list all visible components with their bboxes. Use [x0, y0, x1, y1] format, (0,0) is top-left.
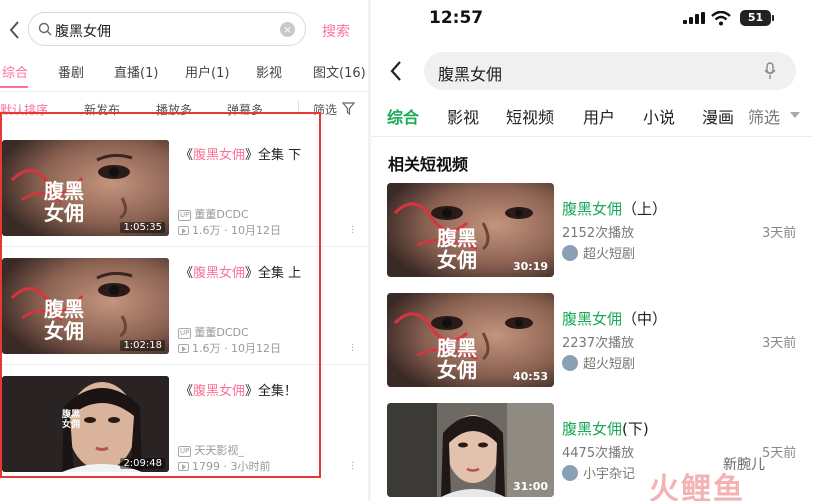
divider [371, 136, 813, 137]
search-icon [38, 22, 52, 36]
dropdown-triangle-icon[interactable] [790, 112, 800, 118]
avatar [562, 465, 578, 481]
search-button[interactable]: 搜索 [322, 21, 350, 41]
battery-icon: 51 [740, 10, 774, 26]
thumbnail-title-text: 腹黑 女佣 [437, 226, 477, 272]
tab-users[interactable]: 用户 [583, 104, 615, 128]
list-item[interactable]: 腹黑 女佣 30:19 腹黑女佣（上） 2152次播放 超火短剧 3天前 [371, 183, 813, 287]
microphone-icon[interactable] [764, 62, 776, 80]
watermark: 新腕儿 火鲤鱼 [641, 450, 811, 501]
left-search-bar-row: 腹黑女佣 × 搜索 [0, 12, 368, 48]
tab-all[interactable]: 综合 [2, 62, 28, 81]
author-row[interactable]: 小宇杂记 [562, 463, 635, 482]
search-query-text: 腹黑女佣 [55, 24, 111, 40]
video-duration: 30:19 [512, 260, 548, 273]
tab-articles[interactable]: 图文(16) [313, 62, 366, 81]
more-icon[interactable]: · · · [351, 223, 354, 239]
tab-comics[interactable]: 漫画 [702, 104, 734, 128]
post-time: 3天前 [762, 336, 797, 351]
back-arrow-icon[interactable] [389, 60, 403, 82]
highlight-annotation-box [0, 112, 321, 478]
video-thumbnail[interactable]: 腹黑 女佣 40:53 [387, 293, 554, 387]
watermark-line2: 火鲤鱼 [649, 472, 745, 501]
tab-short-video[interactable]: 短视频 [506, 104, 554, 128]
search-input[interactable]: 腹黑女佣 [424, 52, 796, 90]
tab-live[interactable]: 直播(1) [114, 62, 158, 81]
video-title[interactable]: 腹黑女佣（上） [562, 198, 667, 219]
active-tab-indicator [0, 86, 28, 88]
play-count: 4475次播放 [562, 446, 635, 461]
author-row[interactable]: 超火短剧 [562, 243, 635, 262]
tab-users[interactable]: 用户(1) [185, 62, 229, 81]
section-title: 相关短视频 [388, 155, 469, 174]
filter-button[interactable]: 筛选 [748, 104, 780, 128]
author-name: 超火短剧 [583, 247, 636, 262]
divider [0, 91, 368, 92]
avatar [562, 355, 578, 371]
play-count: 2152次播放 [562, 226, 635, 241]
play-count: 2237次播放 [562, 336, 635, 351]
right-search-app: 12:57 51 腹黑女佣 综合 影视 短视频 用户 小说 漫画 筛选 相关短视… [371, 0, 813, 501]
cellular-signal-icon [683, 12, 705, 24]
video-thumbnail[interactable]: 腹黑 女佣 30:19 [387, 183, 554, 277]
tab-film[interactable]: 影视 [256, 62, 282, 81]
tab-bangumi[interactable]: 番剧 [58, 62, 84, 81]
video-duration: 31:00 [512, 480, 548, 493]
more-icon[interactable]: · · · [351, 459, 354, 475]
filter-icon[interactable] [342, 102, 355, 115]
tab-all[interactable]: 综合 [387, 104, 419, 128]
tab-novels[interactable]: 小说 [643, 104, 675, 128]
search-query-text: 腹黑女佣 [438, 65, 503, 84]
search-input[interactable]: 腹黑女佣 × [28, 12, 306, 46]
author-row[interactable]: 超火短剧 [562, 353, 635, 372]
video-duration: 40:53 [512, 370, 548, 383]
back-arrow-icon[interactable] [6, 18, 24, 42]
post-time: 3天前 [762, 226, 797, 241]
category-tabs: 综合 番剧 直播(1) 用户(1) 影视 图文(16) [0, 62, 368, 84]
video-title[interactable]: 腹黑女佣（中） [562, 308, 667, 329]
author-name: 超火短剧 [583, 357, 636, 372]
category-tabs: 综合 影视 短视频 用户 小说 漫画 筛选 [371, 104, 813, 128]
left-search-app: 腹黑女佣 × 搜索 综合 番剧 直播(1) 用户(1) 影视 图文(16) 默认… [0, 0, 368, 501]
video-thumbnail[interactable]: 31:00 [387, 403, 554, 497]
tab-film[interactable]: 影视 [447, 104, 479, 128]
more-icon[interactable]: · · · [351, 341, 354, 357]
status-time: 12:57 [429, 8, 484, 28]
video-title[interactable]: 腹黑女佣(下) [562, 418, 649, 439]
avatar [562, 245, 578, 261]
wifi-icon [711, 11, 731, 26]
clear-icon[interactable]: × [280, 22, 295, 37]
author-name: 小宇杂记 [583, 467, 636, 482]
list-item[interactable]: 腹黑 女佣 40:53 腹黑女佣（中） 2237次播放 超火短剧 3天前 [371, 293, 813, 397]
thumbnail-title-text: 腹黑 女佣 [437, 336, 477, 382]
